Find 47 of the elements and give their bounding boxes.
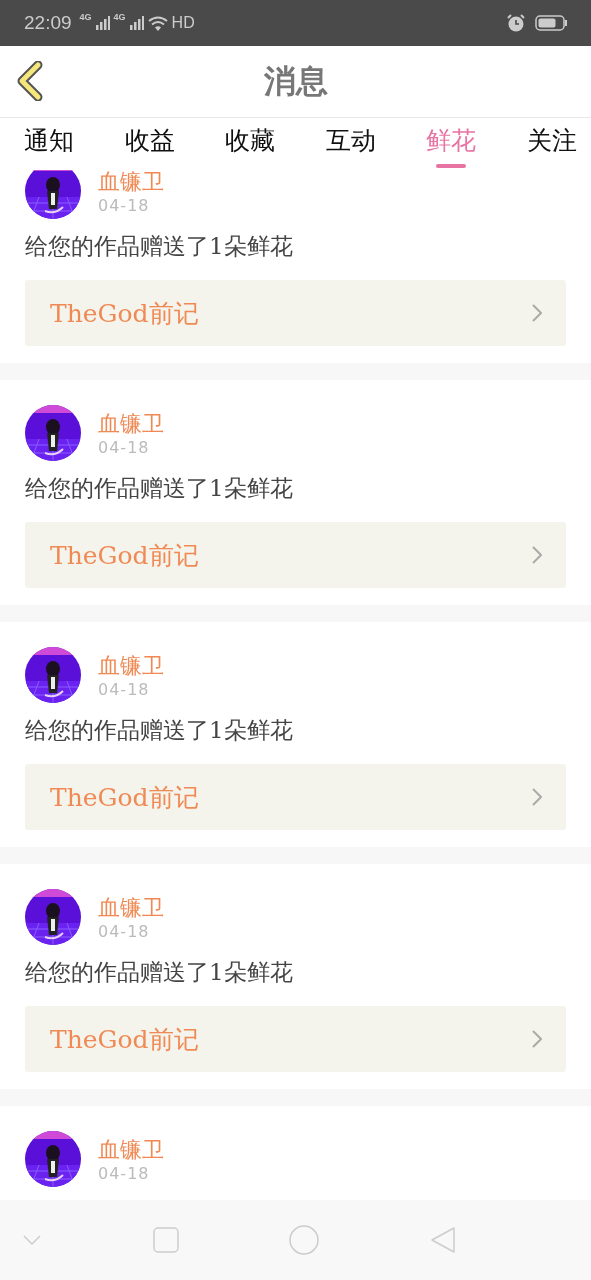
chevron-right-icon (532, 546, 542, 564)
recents-icon[interactable] (152, 1227, 179, 1253)
work-link[interactable]: TheGod前记 (25, 522, 566, 588)
tab[interactable]: 关注 (526, 118, 577, 164)
user-name[interactable]: 血镰卫 (98, 893, 164, 922)
work-title: TheGod前记 (50, 781, 199, 814)
tab[interactable]: 收藏 (225, 118, 276, 164)
message-text: 给您的作品赠送了1朵鲜花 (25, 716, 294, 745)
clock: 22:09 (24, 12, 72, 34)
message-text: 给您的作品赠送了1朵鲜花 (25, 958, 294, 987)
user-name[interactable]: 血镰卫 (98, 1135, 164, 1164)
message-date: 04-18 (98, 1163, 151, 1183)
message-date: 04-18 (98, 195, 151, 215)
chevron-right-icon (532, 304, 542, 322)
chevron-right-icon (532, 788, 542, 806)
tab[interactable]: 收益 (124, 118, 175, 164)
battery-icon (535, 15, 567, 31)
signal-icon (129, 16, 144, 30)
message-date: 04-18 (98, 921, 151, 941)
work-link[interactable]: TheGod前记 (25, 1006, 566, 1072)
work-title: TheGod前记 (50, 539, 199, 572)
user-name[interactable]: 血镰卫 (98, 651, 164, 680)
home-icon[interactable] (289, 1225, 320, 1255)
user-name[interactable]: 血镰卫 (98, 409, 164, 438)
alarm-icon (507, 14, 525, 32)
message-date: 04-18 (98, 679, 151, 699)
work-title: TheGod前记 (50, 1023, 199, 1056)
wifi-icon (147, 15, 168, 31)
hd-label: HD (171, 14, 195, 32)
signal-icon (95, 16, 110, 30)
tab-underline (436, 164, 467, 168)
page-title: 消息 (263, 60, 328, 102)
tab[interactable]: 互动 (325, 118, 376, 164)
collapse-icon[interactable] (22, 1234, 42, 1246)
network-label: 4G (113, 12, 126, 22)
work-title: TheGod前记 (50, 297, 199, 330)
message-text: 给您的作品赠送了1朵鲜花 (25, 474, 294, 503)
work-link[interactable]: TheGod前记 (25, 280, 566, 346)
network-label: 4G (79, 12, 92, 22)
message-text: 给您的作品赠送了1朵鲜花 (25, 232, 294, 261)
tab[interactable]: 鲜花 (426, 118, 477, 164)
user-name[interactable]: 血镰卫 (98, 170, 164, 196)
chevron-right-icon (532, 1030, 542, 1048)
back-triangle-icon[interactable] (429, 1226, 456, 1254)
work-link[interactable]: TheGod前记 (25, 764, 566, 830)
tab[interactable]: 通知 (24, 118, 74, 164)
message-date: 04-18 (98, 437, 151, 457)
